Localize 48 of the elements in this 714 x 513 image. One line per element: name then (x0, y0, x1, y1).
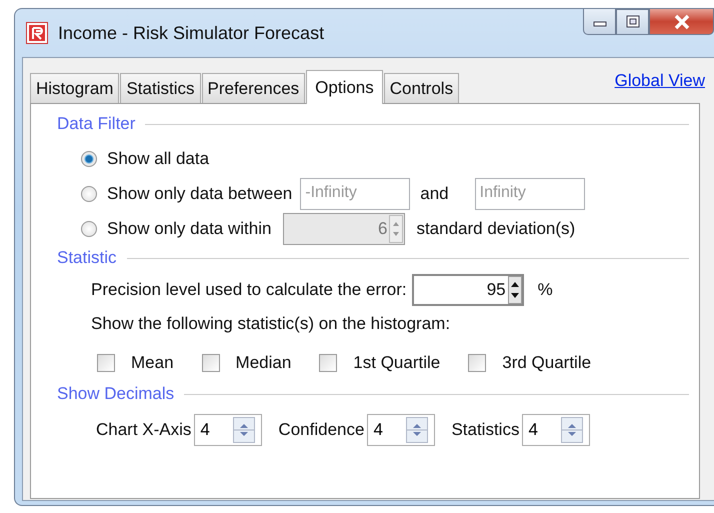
close-button[interactable] (649, 9, 714, 35)
checkbox[interactable] (202, 354, 220, 372)
global-view-link[interactable]: Global View (614, 71, 705, 91)
spin-arrows-icon[interactable] (508, 276, 522, 304)
window-title: Income - Risk Simulator Forecast (58, 22, 324, 44)
tab[interactable]: Controls (384, 73, 460, 103)
suffix-label: standard deviation(s) (416, 219, 576, 239)
spinner-value: 4 (527, 420, 539, 440)
radio-button[interactable] (81, 186, 97, 202)
percent-label: % (538, 280, 553, 300)
spinner-label: Statistics (451, 420, 520, 440)
app-logo-icon (26, 22, 48, 44)
option-label: Show only data within (107, 219, 272, 239)
spinner-label: Confidence (278, 420, 364, 440)
number-spinner[interactable]: 95 (412, 274, 524, 306)
number-spinner[interactable]: 4 (522, 414, 590, 446)
section-title: Show Decimals (57, 384, 174, 404)
close-icon (672, 14, 690, 30)
minimize-button[interactable] (583, 9, 616, 35)
instruction-text: Show the following statistic(s) on the histogram: (91, 314, 450, 333)
precision-label: Precision level used to calculate the error: (91, 280, 407, 300)
checkbox-label: Median (236, 353, 292, 373)
option-label: Show only data between (107, 184, 292, 204)
number-spinner[interactable]: 4 (367, 414, 436, 446)
spinner-label: Chart X-Axis (96, 420, 192, 440)
spinner-value: 6 (376, 219, 388, 239)
number-spinner[interactable]: 4 (194, 414, 262, 446)
radio-button[interactable] (81, 221, 97, 237)
tab[interactable]: Statistics (120, 73, 200, 103)
tab[interactable]: Histogram (30, 73, 120, 103)
spinner-value: 4 (372, 420, 384, 440)
tab[interactable]: Preferences (202, 73, 306, 103)
checkbox-label: 3rd Quartile (502, 353, 592, 373)
checkbox[interactable] (97, 354, 115, 372)
section-title: Data Filter (57, 114, 136, 134)
spinner-value: 95 (486, 280, 507, 300)
spinner-value: 4 (199, 420, 211, 440)
maximize-button[interactable] (616, 9, 649, 35)
option-label: Show all data (107, 149, 210, 169)
radio-button[interactable] (81, 151, 97, 167)
checkbox-label: Mean (131, 353, 174, 373)
section-title: Statistic (57, 248, 117, 268)
and-label: and (420, 184, 449, 204)
checkbox[interactable] (319, 354, 338, 372)
tab[interactable]: Options (306, 70, 383, 104)
checkbox-label: 1st Quartile (353, 353, 440, 373)
checkbox[interactable] (468, 354, 486, 372)
maximize-icon (624, 15, 640, 29)
